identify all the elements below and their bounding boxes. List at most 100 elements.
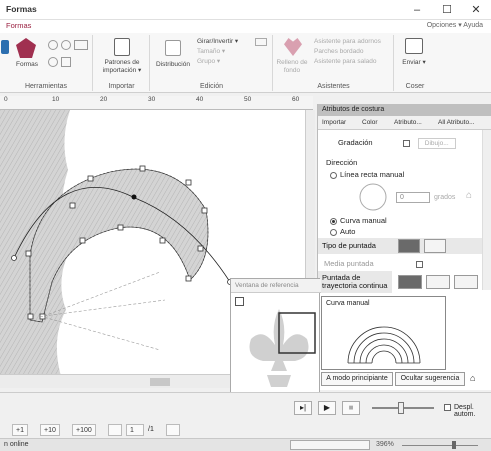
ruler-tick: 50 [244,96,252,103]
stitch-type-label: Tipo de puntada [322,241,376,250]
edit-point[interactable] [69,202,76,209]
scroll-thumb[interactable] [150,378,170,386]
rotate-invert-button[interactable]: Girar/Invertir ▾ [197,38,253,46]
frame-icon[interactable] [166,424,180,436]
step-plus10-button[interactable]: +10 [40,424,60,436]
ruler-tick: 10 [52,96,60,103]
import-patterns-button[interactable]: Patrones de importación ▾ [96,59,148,75]
decor-wizard-button[interactable]: Asistente para adornos [314,38,394,46]
tab-atributo[interactable]: Atributo... [394,119,422,126]
pattern-button[interactable]: Dibujo... [417,138,456,149]
relleno-button[interactable]: Relleno de fondo [274,59,310,75]
auto-option[interactable]: Auto [318,227,482,236]
import-patterns-icon[interactable] [114,38,130,56]
degrees-unit: grados [434,194,456,201]
curve-center-handle[interactable] [131,194,137,200]
edit-point[interactable] [87,175,94,182]
edit-point[interactable] [25,250,32,257]
frame-icon[interactable] [108,424,122,436]
half-stitch-checkbox[interactable] [415,260,423,268]
direction-dial[interactable] [358,182,388,212]
group-label-edicion: Edición [200,83,223,90]
zoom-fit-icon[interactable] [74,40,88,50]
auto-scroll-label: Despl. autom. [454,404,476,418]
home-icon[interactable]: ⌂ [466,190,472,201]
zoom-slider-thumb[interactable] [452,441,456,449]
auto-radio[interactable] [330,228,337,236]
select-tool-icon[interactable] [1,40,9,54]
tab-color[interactable]: Color [362,119,378,126]
step-plus1-button[interactable]: +1 [12,424,28,436]
tab-formas[interactable]: Formas [6,21,31,30]
maximize-button[interactable]: ☐ [433,0,461,20]
align-icon[interactable] [255,38,267,46]
path-type-1-button[interactable] [398,275,422,289]
distribucion-button[interactable]: Distribución [153,61,193,69]
formas-button[interactable]: Formas [10,61,44,69]
edit-point[interactable] [139,165,146,172]
ruler-tick: 0 [4,96,8,103]
edit-point[interactable] [27,313,34,320]
patch-button[interactable]: Parches bordado [314,48,394,56]
zoom-in-icon[interactable] [48,40,58,50]
reference-preview [249,309,316,387]
size-button[interactable]: Tamaño ▾ [197,48,253,56]
group-label-importar: Importar [108,83,135,90]
stop-button[interactable]: ■ [342,401,360,415]
distribution-icon[interactable] [165,40,181,56]
degrees-input[interactable]: 0 [396,192,430,203]
play-button[interactable]: ▶ [318,401,336,415]
manual-curve-option[interactable]: Curva manual [318,216,482,225]
group-importar: Patrones de importación ▾ Importar [94,35,150,91]
close-button[interactable]: ✕ [462,0,490,20]
page-total: /1 [148,426,154,433]
stitch-type-satin-button[interactable] [424,239,446,253]
gradation-label: Gradación [338,138,373,147]
shapes-tool-icon[interactable] [16,38,36,58]
stitch-type-fill-button[interactable] [398,239,420,253]
straight-line-radio[interactable] [330,171,337,179]
tab-all-attributes[interactable]: All Atributo... [438,119,475,126]
auto-scroll-checkbox[interactable] [444,404,451,411]
edit-point[interactable] [197,245,204,252]
background-fill-icon[interactable] [284,38,302,56]
edit-point[interactable] [185,275,192,282]
edit-point[interactable] [185,179,192,186]
panel-scrollbar[interactable] [482,130,491,290]
step-forward-button[interactable]: ▸| [294,401,312,415]
tab-importar[interactable]: Importar [322,119,346,126]
reference-window[interactable]: Ventana de referencia [230,278,321,396]
hide-hint-button[interactable]: Ocultar sugerencia [395,372,465,386]
quilt-wizard-button[interactable]: Asistente para salado [314,58,394,66]
edit-point[interactable] [159,237,166,244]
edit-point[interactable] [201,207,208,214]
path-type-2-button[interactable] [426,275,450,289]
gradation-row: Gradación Dibujo... [318,138,482,149]
group-button[interactable]: Grupo ▾ [197,58,253,66]
options-help-links[interactable]: Opciones ▾ Ayuda [427,21,483,29]
page-input[interactable]: 1 [126,424,144,436]
enviar-button[interactable]: Enviar ▾ [395,59,433,67]
speed-slider-thumb[interactable] [398,402,404,414]
beginner-mode-button[interactable]: A modo principiante [321,372,393,386]
send-icon[interactable] [405,38,423,54]
view-mode-icons[interactable] [290,440,370,450]
gradation-checkbox[interactable] [402,139,410,147]
stitch-player-bar: ▸| ▶ ■ Despl. autom. [0,392,491,422]
zoom-out-icon[interactable] [61,40,71,50]
home-icon[interactable]: ⌂ [470,373,475,383]
group-herramientas: Formas Herramientas [0,35,93,91]
path-type-3-button[interactable] [454,275,478,289]
measure-icon[interactable] [61,57,71,67]
manual-curve-radio[interactable] [330,217,337,225]
minimize-button[interactable]: – [403,0,431,20]
horizontal-ruler: 0 10 20 30 40 50 60 [0,96,313,110]
edit-point[interactable] [79,237,86,244]
step-plus100-button[interactable]: +100 [72,424,96,436]
straight-line-option[interactable]: Línea recta manual [318,170,482,179]
curve-end-handle[interactable] [11,255,17,261]
edit-point[interactable] [117,224,124,231]
pan-icon[interactable] [48,57,58,67]
hint-tooltip: Curva manual [321,296,446,370]
zoom-slider[interactable] [402,445,478,446]
